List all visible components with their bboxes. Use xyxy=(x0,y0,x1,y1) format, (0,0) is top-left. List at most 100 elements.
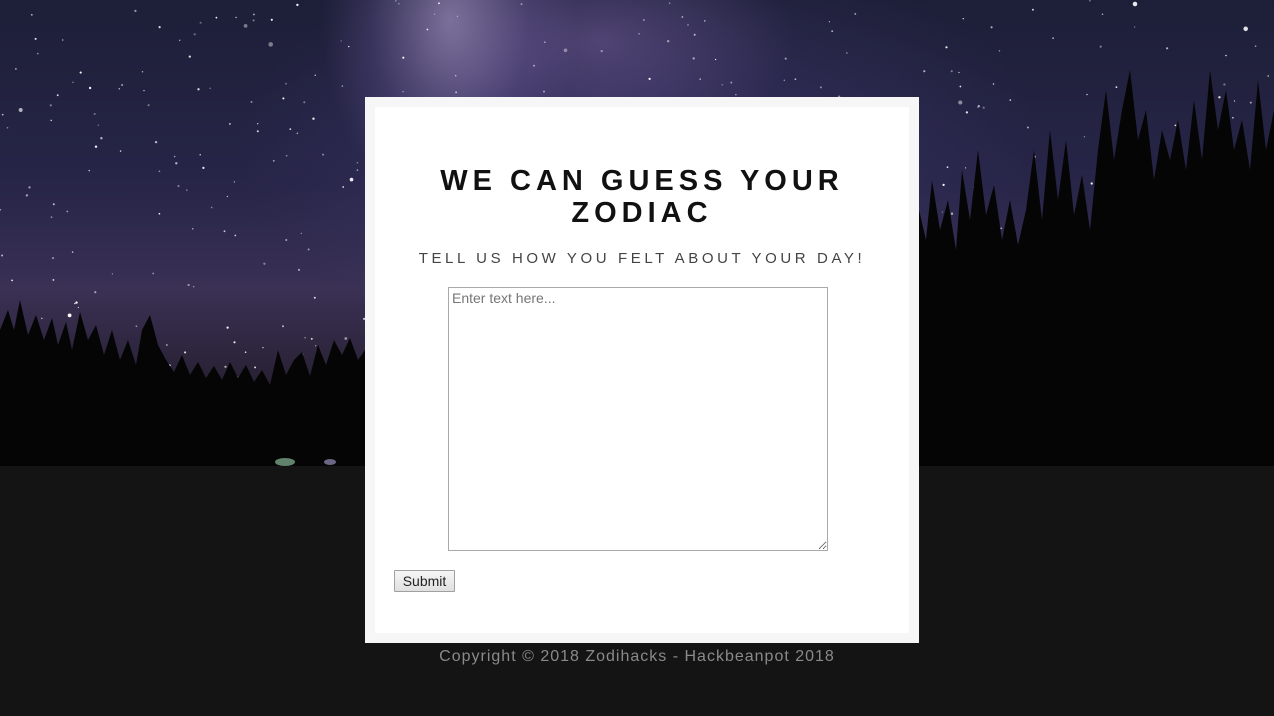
star xyxy=(79,71,82,74)
page-title: WE CAN GUESS YOUR ZODIAC xyxy=(440,165,844,229)
star xyxy=(215,16,218,19)
star xyxy=(121,83,124,87)
star xyxy=(158,170,161,173)
star xyxy=(118,88,121,90)
star xyxy=(111,273,114,275)
star xyxy=(340,40,342,42)
star xyxy=(402,56,405,59)
star xyxy=(74,302,76,305)
star xyxy=(1232,117,1234,119)
form-card-inner: WE CAN GUESS YOUR ZODIAC TELL US HOW YOU… xyxy=(375,107,909,633)
star xyxy=(1099,45,1102,48)
star xyxy=(687,24,689,26)
star xyxy=(1,254,4,257)
star xyxy=(228,122,231,125)
star xyxy=(950,70,953,73)
star xyxy=(438,2,440,5)
star xyxy=(322,153,325,156)
star xyxy=(344,337,348,340)
mood-text-input[interactable] xyxy=(448,287,828,551)
star xyxy=(735,94,737,96)
star xyxy=(1026,126,1029,129)
star xyxy=(282,97,285,100)
star xyxy=(1,113,4,116)
star xyxy=(223,230,226,233)
star xyxy=(1083,136,1086,138)
star xyxy=(1225,54,1227,57)
star xyxy=(30,13,33,16)
star xyxy=(11,279,13,282)
star xyxy=(356,161,359,164)
star xyxy=(1233,100,1236,102)
star xyxy=(77,306,80,309)
star xyxy=(36,52,39,55)
star xyxy=(94,145,98,148)
star xyxy=(1089,0,1091,2)
star xyxy=(272,159,275,162)
star xyxy=(134,9,137,13)
star xyxy=(1254,45,1257,47)
submit-button[interactable]: Submit xyxy=(394,570,455,592)
star xyxy=(18,108,23,112)
star xyxy=(257,123,259,125)
star xyxy=(270,18,273,21)
star xyxy=(958,71,960,74)
star xyxy=(186,189,188,191)
star xyxy=(143,89,145,92)
forest-left-silhouette xyxy=(0,300,365,466)
star xyxy=(188,55,191,58)
star xyxy=(692,57,695,60)
star xyxy=(1249,101,1252,104)
star xyxy=(544,41,546,43)
star xyxy=(62,39,64,41)
star xyxy=(1052,37,1054,39)
star xyxy=(41,317,43,320)
star xyxy=(0,209,2,211)
footer-copyright: Copyright © 2018 Zodihacks - Hackbeanpot… xyxy=(439,648,835,665)
star xyxy=(119,150,122,152)
star xyxy=(178,39,181,42)
star xyxy=(990,26,993,29)
star xyxy=(942,183,945,187)
star xyxy=(520,3,523,6)
star xyxy=(714,58,717,61)
star xyxy=(199,154,201,156)
star xyxy=(234,234,237,237)
star xyxy=(250,100,253,104)
star xyxy=(398,3,400,5)
star xyxy=(965,111,969,114)
star xyxy=(1166,47,1169,50)
star xyxy=(154,140,158,144)
star xyxy=(307,248,310,251)
star xyxy=(923,70,926,73)
page-subtitle: TELL US HOW YOU FELT ABOUT YOUR DAY! xyxy=(418,250,866,267)
star xyxy=(50,119,52,122)
star xyxy=(1218,96,1221,99)
forest-right-silhouette xyxy=(919,70,1274,466)
star xyxy=(285,154,288,157)
star xyxy=(210,206,213,209)
star xyxy=(71,251,74,253)
star xyxy=(668,2,671,5)
star xyxy=(310,337,313,340)
star xyxy=(846,52,848,54)
star xyxy=(187,283,190,287)
star xyxy=(51,257,55,260)
star xyxy=(1134,26,1136,28)
star xyxy=(135,325,138,328)
star xyxy=(356,169,359,171)
star xyxy=(49,104,52,107)
star xyxy=(348,45,350,48)
star xyxy=(28,186,31,189)
star xyxy=(982,106,985,109)
star xyxy=(433,13,436,15)
star xyxy=(88,169,90,172)
star xyxy=(226,195,229,198)
star xyxy=(304,336,306,339)
star xyxy=(828,21,831,23)
star xyxy=(1115,86,1118,88)
star xyxy=(152,272,155,275)
star xyxy=(642,19,645,21)
star xyxy=(313,296,316,299)
star xyxy=(297,268,301,271)
